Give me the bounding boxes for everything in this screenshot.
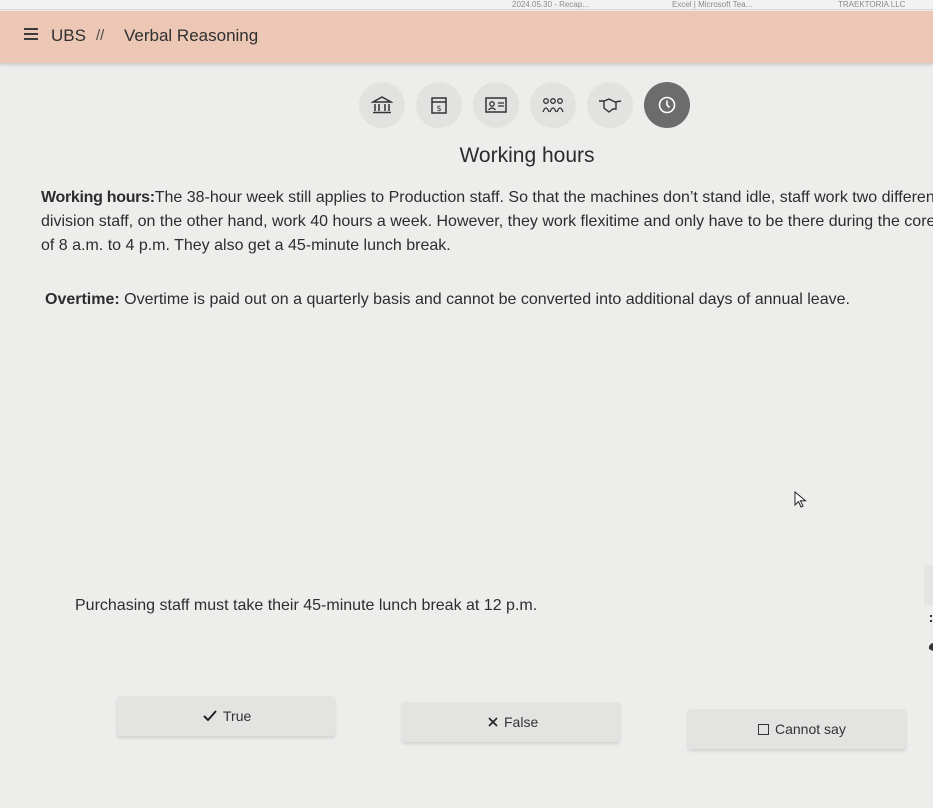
- topic-icon-bar: $: [0, 82, 933, 130]
- checkmark-icon: [203, 708, 217, 724]
- paragraph-line: division staff, on the other hand, work …: [41, 213, 933, 230]
- section-title: Verbal Reasoning: [124, 26, 259, 45]
- paragraph-line: Working hours:The 38-hour week still app…: [41, 186, 933, 210]
- brand-name[interactable]: UBS: [51, 26, 86, 46]
- paragraph-line: of 8 a.m. to 4 p.m. They also get a 45-m…: [41, 237, 451, 254]
- os-taskbar-strip: 2024.05.30 - Recap... Excel | Microsoft …: [0, 0, 933, 10]
- mouse-cursor-icon: [794, 491, 807, 508]
- false-button-label: False: [504, 714, 539, 730]
- team-icon[interactable]: [530, 82, 576, 128]
- taskbar-item[interactable]: Excel | Microsoft Tea...: [672, 0, 752, 9]
- question-statement: Purchasing staff must take their 45-minu…: [75, 597, 538, 614]
- passage-title: Working hours: [459, 144, 595, 167]
- overtime-paragraph: Overtime: Overtime is paid out on a quar…: [45, 288, 933, 312]
- true-button-label: True: [223, 708, 252, 724]
- bank-icon[interactable]: [359, 82, 405, 128]
- hamburger-menu-icon[interactable]: [24, 28, 38, 40]
- true-button[interactable]: True: [117, 696, 335, 736]
- working-hours-label: Working hours:: [41, 189, 155, 206]
- paragraph-text: The 38-hour week still applies to Produc…: [154, 189, 933, 206]
- cannot-say-button-label: Cannot say: [775, 721, 846, 737]
- breadcrumb-separator: //: [96, 27, 105, 44]
- handshake-icon[interactable]: [587, 82, 633, 128]
- cannot-say-button[interactable]: Cannot say: [688, 709, 906, 749]
- scroll-edge-controls[interactable]: [922, 565, 933, 665]
- taskbar-item[interactable]: 2024.05.30 - Recap...: [512, 0, 589, 9]
- cross-icon: [488, 714, 498, 730]
- taskbar-item[interactable]: TRAEKTORIA LLC: [838, 0, 905, 9]
- app-header: UBS // Verbal Reasoning: [0, 11, 933, 63]
- id-card-icon[interactable]: [473, 82, 519, 128]
- svg-text:$: $: [436, 104, 441, 113]
- overtime-text: Overtime is paid out on a quarterly basi…: [119, 291, 850, 308]
- overtime-label: Overtime:: [45, 291, 120, 308]
- money-box-icon[interactable]: $: [416, 82, 462, 128]
- false-button[interactable]: False: [402, 702, 620, 742]
- clock-icon[interactable]: [644, 82, 690, 128]
- square-icon: [758, 723, 769, 735]
- working-hours-paragraph: Working hours:The 38-hour week still app…: [41, 186, 933, 258]
